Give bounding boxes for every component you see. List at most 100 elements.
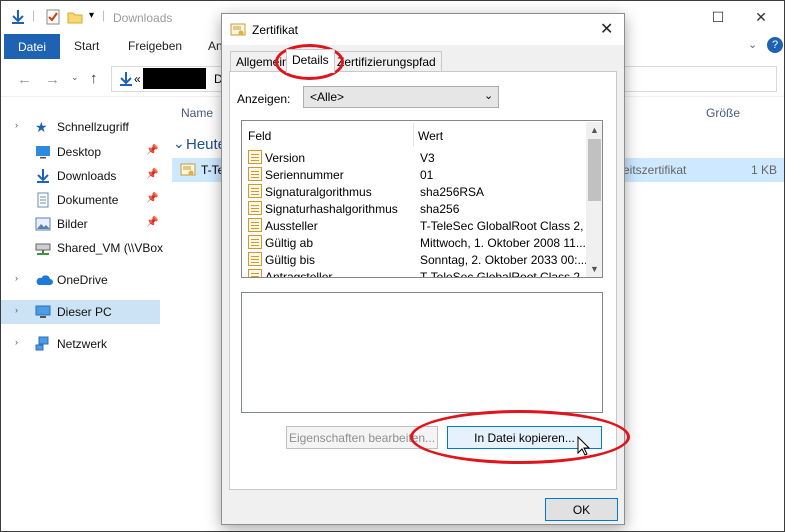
sidebar-item-label: Netzwerk: [57, 337, 108, 351]
column-header-field[interactable]: Feld: [248, 129, 271, 143]
pin-icon[interactable]: 📌: [146, 217, 158, 228]
expand-chevron-icon[interactable]: ›: [15, 305, 18, 315]
list-item[interactable]: Seriennummer 01: [246, 166, 586, 183]
field-value: Sonntag, 2. Oktober 2033 00:...: [420, 253, 586, 267]
cloud-icon: [35, 272, 53, 288]
sidebar-item-bilder[interactable]: Bilder 📌: [1, 212, 160, 236]
field-icon: [248, 252, 262, 266]
dialog-titlebar: Zertifikat ✕: [222, 14, 624, 45]
sidebar-item-label: Bilder: [57, 217, 88, 231]
list-item[interactable]: Signaturhashalgorithmus sha256: [246, 200, 586, 217]
sidebar-item-netzwerk[interactable]: › Netzwerk: [1, 332, 160, 356]
sidebar-item-label: Shared_VM (\\VBox: [57, 241, 164, 255]
field-icon: [248, 218, 262, 232]
expand-chevron-icon[interactable]: ›: [15, 273, 18, 283]
help-icon[interactable]: ?: [767, 37, 783, 53]
sidebar-item-label: Downloads: [57, 169, 117, 183]
column-divider[interactable]: [413, 123, 414, 147]
ok-button[interactable]: OK: [545, 498, 618, 521]
up-arrow-icon[interactable]: ↑: [90, 70, 98, 87]
fields-list[interactable]: Feld Wert Version V3 Seriennummer 01 Signa…: [241, 120, 603, 278]
column-header-name[interactable]: Name: [181, 106, 213, 120]
recent-locations-chevron-icon[interactable]: ⌄: [71, 72, 79, 83]
pin-icon[interactable]: 📌: [146, 169, 158, 180]
certificate-dialog: Zertifikat ✕ Allgemein Details Zertifizi…: [221, 13, 625, 525]
ribbon-tab-freigeben[interactable]: Freigeben: [128, 39, 182, 53]
show-label: Anzeigen:: [237, 92, 291, 106]
field-value: 01: [420, 168, 434, 182]
pin-icon[interactable]: 📌: [146, 145, 158, 156]
documents-icon: [35, 192, 51, 208]
quick-access-icon[interactable]: [10, 9, 26, 25]
field-icon: [248, 167, 262, 181]
close-icon[interactable]: ✕: [600, 19, 613, 39]
properties-icon[interactable]: [45, 9, 61, 25]
column-header-value[interactable]: Wert: [418, 129, 443, 143]
field-name: Aussteller: [265, 219, 318, 233]
sidebar-item-label: Desktop: [57, 145, 102, 159]
sidebar-item-downloads[interactable]: Downloads 📌: [1, 164, 160, 188]
window-title: Downloads: [113, 11, 173, 25]
downloads-location-icon: [120, 72, 132, 86]
sidebar-item-schnellzugriff[interactable]: › ★ Schnellzugriff: [1, 115, 160, 139]
field-value: Mittwoch, 1. Oktober 2008 11...: [420, 236, 586, 250]
chevron-down-icon[interactable]: ⌄: [484, 89, 493, 102]
certificate-file-icon: [180, 163, 196, 176]
scroll-down-arrow-icon[interactable]: ▼: [590, 264, 599, 274]
vertical-scrollbar[interactable]: ▲ ▼: [586, 122, 602, 277]
close-window-button[interactable]: ✕: [738, 1, 784, 34]
field-icon: [248, 184, 262, 198]
list-item[interactable]: Gültig ab Mittwoch, 1. Oktober 2008 11...: [246, 234, 586, 251]
tab-zertifizierungspfad[interactable]: Zertifizierungspfad: [331, 51, 442, 72]
sidebar-item-desktop[interactable]: Desktop 📌: [1, 140, 160, 164]
back-arrow-icon[interactable]: ←: [17, 71, 32, 88]
new-folder-icon[interactable]: [67, 9, 83, 25]
forward-arrow-icon[interactable]: →: [45, 71, 60, 88]
list-item[interactable]: Gültig bis Sonntag, 2. Oktober 2033 00:..…: [246, 251, 586, 268]
sidebar-item-dieser-pc[interactable]: › Dieser PC: [1, 300, 160, 324]
field-name: Seriennummer: [265, 168, 344, 182]
field-name: Version: [265, 151, 306, 165]
expand-chevron-icon[interactable]: ›: [15, 120, 18, 130]
sidebar-item-dokumente[interactable]: Dokumente 📌: [1, 188, 160, 212]
list-item[interactable]: Aussteller T-TeleSec GlobalRoot Class 2, …: [246, 217, 586, 234]
dialog-title: Zertifikat: [252, 23, 299, 37]
ribbon-expand-chevron-icon[interactable]: ⌄: [748, 38, 757, 51]
maximize-icon: ☐: [711, 9, 725, 25]
field-icon: [248, 201, 262, 215]
column-header-size[interactable]: Größe: [706, 106, 740, 120]
ribbon-tab-datei[interactable]: Datei: [4, 34, 60, 59]
field-name: Gültig bis: [265, 253, 316, 267]
tab-allgemein[interactable]: Allgemein: [230, 51, 295, 72]
maximize-button[interactable]: ☐: [695, 1, 741, 34]
expand-chevron-icon[interactable]: ›: [15, 337, 18, 347]
tab-details[interactable]: Details: [286, 49, 335, 73]
titlebar-separator: |: [102, 8, 106, 22]
field-value: T-TeleSec GlobalRoot Class 2, ...: [420, 219, 586, 233]
field-detail-textbox[interactable]: [241, 292, 603, 413]
field-icon: [248, 235, 262, 249]
field-value: V3: [420, 151, 435, 165]
edit-properties-button[interactable]: Eigenschaften bearbeiten...: [286, 426, 438, 449]
search-box[interactable]: [625, 66, 777, 92]
pin-icon[interactable]: 📌: [146, 193, 158, 204]
field-icon: [248, 269, 262, 277]
list-item[interactable]: Signaturalgorithmus sha256RSA: [246, 183, 586, 200]
list-item[interactable]: Antragsteller T-TeleSec GlobalRoot Class …: [246, 268, 586, 277]
list-item[interactable]: Version V3: [246, 149, 586, 166]
ribbon-tab-start[interactable]: Start: [74, 39, 99, 53]
sidebar-item-label: Dokumente: [57, 193, 119, 207]
address-overflow: «: [134, 72, 141, 86]
desktop-icon: [35, 144, 51, 160]
file-size: 1 KB: [751, 163, 778, 177]
scrollbar-thumb[interactable]: [588, 139, 601, 201]
titlebar-separator: |: [32, 8, 36, 22]
sidebar-item-onedrive[interactable]: › OneDrive: [1, 268, 160, 292]
field-name: Signaturalgorithmus: [265, 185, 372, 199]
mouse-cursor-icon: [577, 436, 591, 456]
sidebar-item-shared-vm[interactable]: Shared_VM (\\VBox: [1, 236, 164, 260]
group-collapse-chevron-icon[interactable]: ⌄: [173, 135, 185, 152]
scroll-up-arrow-icon[interactable]: ▲: [590, 125, 599, 135]
customize-toolbar-chevron-icon[interactable]: ▾: [89, 10, 94, 21]
show-select[interactable]: <Alle>: [303, 86, 499, 108]
